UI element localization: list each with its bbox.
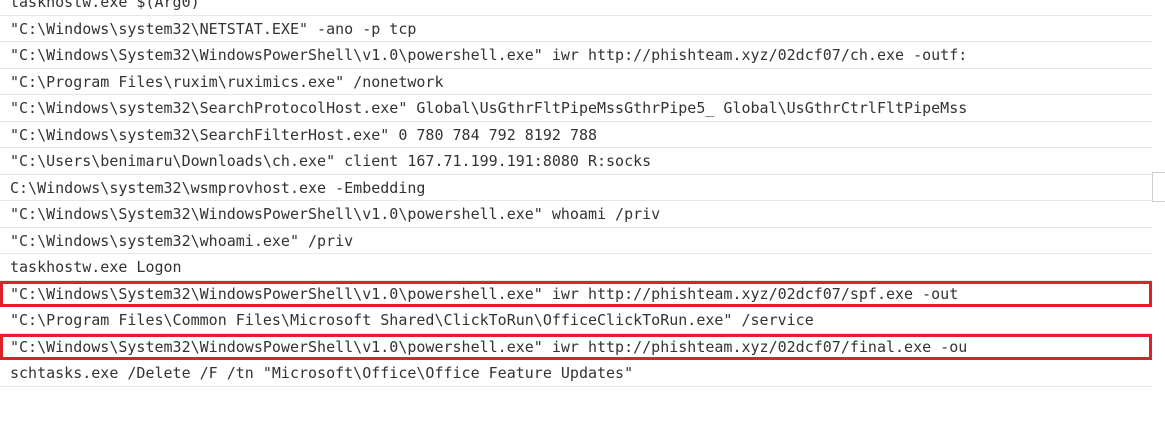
highlighted-list-item[interactable]: "C:\Windows\System32\WindowsPowerShell\v… xyxy=(0,280,1152,307)
list-item[interactable]: "C:\Program Files\Common Files\Microsoft… xyxy=(0,307,1152,334)
list-item[interactable]: "C:\Windows\System32\WindowsPowerShell\v… xyxy=(0,42,1152,69)
list-item[interactable]: "C:\Windows\system32\SearchProtocolHost.… xyxy=(0,95,1152,122)
list-item[interactable]: "C:\Windows\system32\SearchFilterHost.ex… xyxy=(0,122,1152,148)
list-item[interactable]: "C:\Windows\System32\WindowsPowerShell\v… xyxy=(0,201,1152,228)
list-item[interactable]: "C:\Windows\system32\NETSTAT.EXE" -ano -… xyxy=(0,16,1152,42)
scrollbar-thumb[interactable] xyxy=(1152,172,1165,202)
list-item[interactable]: taskhostw.exe Logon xyxy=(0,254,1152,281)
list-item[interactable]: "C:\Windows\system32\whoami.exe" /priv xyxy=(0,228,1152,254)
highlighted-list-item[interactable]: "C:\Windows\System32\WindowsPowerShell\v… xyxy=(0,333,1152,360)
list-item[interactable]: "C:\Program Files\ruxim\ruximics.exe" /n… xyxy=(0,69,1152,95)
list-item[interactable]: C:\Windows\system32\wsmprovhost.exe -Emb… xyxy=(0,175,1152,201)
list-item[interactable]: "C:\Users\benimaru\Downloads\ch.exe" cli… xyxy=(0,148,1152,175)
command-line-list: taskhostw.exe $(Arg0) "C:\Windows\system… xyxy=(0,0,1152,425)
right-panel-edge xyxy=(1152,0,1165,425)
list-item[interactable]: schtasks.exe /Delete /F /tn "Microsoft\O… xyxy=(0,360,1152,387)
list-item[interactable]: taskhostw.exe $(Arg0) xyxy=(0,0,1152,16)
